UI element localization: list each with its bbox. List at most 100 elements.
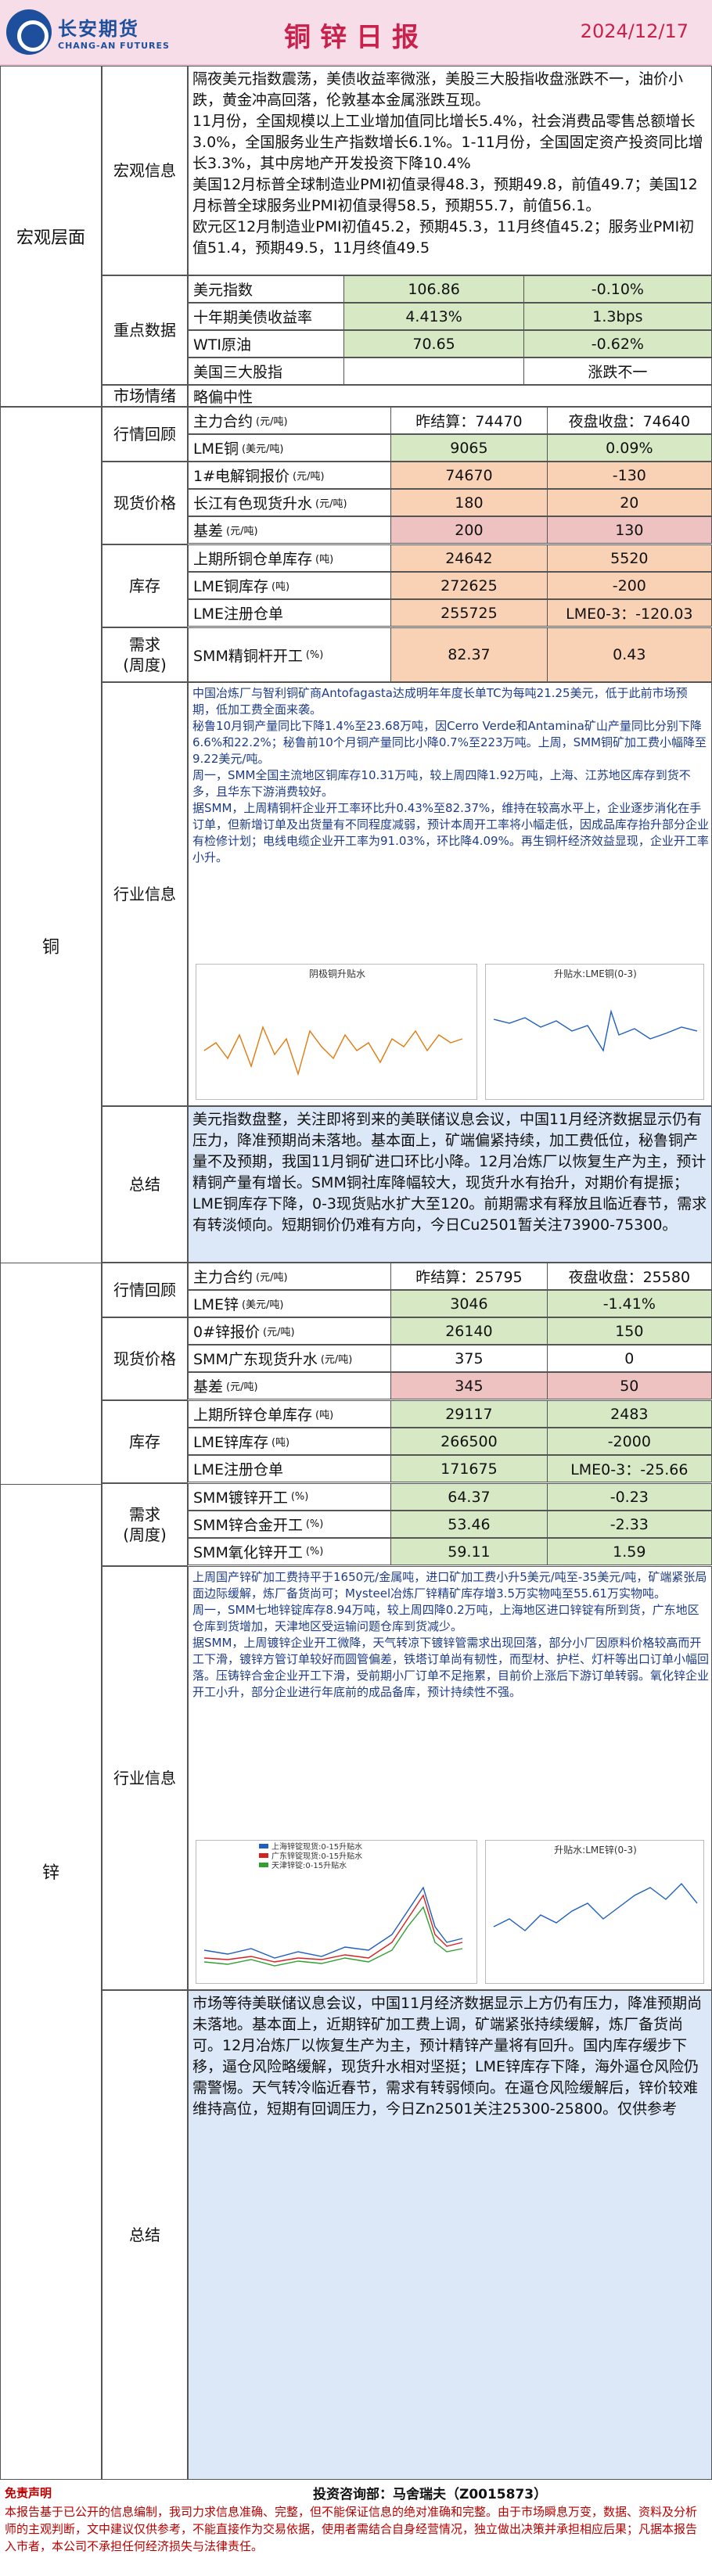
zinc-demand-name: SMM锌合金开工 (%): [189, 1511, 392, 1537]
report-header: 长安期货 CHANG-AN FUTURES 铜锌日报 2024/12/17: [0, 0, 712, 66]
copper-lme-svg: 升贴水:LME铜(0-3): [493, 968, 698, 1052]
zinc-review-value2: 夜盘收盘：25580: [568, 1269, 691, 1286]
zinc-stock-row: 上期所锌仓单库存 (吨) 29117 2483: [188, 1400, 712, 1428]
zinc-legend-2: 广东锌锭现货:0-15升贴水: [271, 1851, 362, 1861]
zinc-stock-name: 上期所锌仓单库存 (吨): [189, 1401, 392, 1427]
copper-review-value1: 昨结算：74470: [391, 408, 548, 433]
logo-cn: 长安期货: [58, 18, 139, 40]
zinc-demand-row: SMM锌合金开工 (%) 53.46 -2.33: [188, 1511, 712, 1538]
report-footer: 投资咨询部：马舍瑞夫（Z0015873） 免责声明 本报告基于已公开的信息编制，…: [0, 2480, 712, 2576]
copper-premium-chart: 阴极铜升贴水: [196, 964, 477, 1100]
copper-demand-label: 需求 (周度): [102, 627, 188, 682]
macro-section-label: 宏观层面: [0, 66, 102, 407]
zinc-spot-name: SMM广东现货升水 (元/吨): [189, 1345, 392, 1371]
macro-key-name: 十年期美债收益率: [189, 304, 345, 329]
copper-review-label: 行情回顾: [102, 407, 188, 462]
macro-key-value1: 70.65: [344, 331, 524, 357]
zinc-stock-value1: 171675: [391, 1456, 548, 1482]
zinc-stock-name: LME注册仓单: [189, 1456, 392, 1482]
copper-review-row: LME铜 (美元/吨) 9065 0.09%: [188, 434, 712, 462]
macro-key-row: 美元指数 106.86 -0.10%: [188, 275, 712, 303]
zinc-spot-value1: 375: [391, 1345, 548, 1371]
copper-stock-value2: -200: [547, 573, 711, 598]
zinc-review-name: 主力合约 (元/吨): [189, 1263, 392, 1289]
copper-lme-line: [493, 1009, 698, 1052]
copper-premium-line: [203, 1025, 463, 1076]
macro-key-name: 美元指数: [189, 276, 345, 302]
zinc-spot-value2: 150: [547, 1318, 711, 1344]
disclaimer-text: 本报告基于已公开的信息编制，我司力求信息准确、完整，但不能保证信息的绝对准确和完…: [5, 2505, 698, 2553]
copper-spot-name: 长江有色现货升水 (元/吨): [189, 490, 392, 516]
zinc-review-name: LME锌 (美元/吨): [189, 1291, 392, 1317]
copper-stock-value1: 255725: [391, 600, 548, 626]
zinc-spot-value1: 26140: [391, 1318, 548, 1344]
zinc-demand-value2: -2.33: [547, 1511, 711, 1537]
zinc-industry-label: 行业信息: [102, 1566, 188, 1990]
copper-spot-value1: 180: [391, 490, 548, 516]
report-title: 铜锌日报: [284, 22, 428, 53]
zinc-review-value1: 3046: [391, 1291, 548, 1317]
zinc-spot-label: 现货价格: [102, 1317, 188, 1400]
zinc-demand-name: SMM镀锌开工 (%): [189, 1484, 392, 1510]
copper-spot-row: 基差 (元/吨) 200 130: [188, 516, 712, 544]
report-date: 2024/12/17: [580, 20, 689, 42]
macro-key-row: WTI原油 70.65 -0.62%: [188, 330, 712, 357]
copper-stock-name: LME注册仓单: [189, 600, 392, 626]
macro-key-value1: [344, 358, 524, 384]
zinc-spot-value2: 0: [624, 1349, 635, 1367]
copper-chart1-title: 阴极铜升贴水: [309, 968, 365, 979]
zinc-premium-svg: 上海锌锭现货:0-15升贴水 广东锌锭现货:0-15升贴水 天津锌锭:0-15升…: [203, 1841, 463, 1967]
macro-key-value1: 4.413%: [344, 304, 524, 329]
copper-industry-text: 中国冶炼厂与智利铜矿商Antofagasta达成明年年度长单TC为每吨21.25…: [192, 686, 710, 864]
copper-demand-value2: 0.43: [547, 628, 711, 681]
copper-stock-label: 库存: [102, 544, 188, 627]
zinc-review-value1: 昨结算：25795: [391, 1263, 548, 1289]
copper-spot-value2: -130: [547, 462, 711, 488]
copper-chart2-title: 升贴水:LME铜(0-3): [554, 968, 637, 979]
copper-review-value1: 9065: [391, 435, 548, 461]
zinc-premium-chart: 上海锌锭现货:0-15升贴水 广东锌锭现货:0-15升贴水 天津锌锭:0-15升…: [196, 1840, 477, 1984]
copper-spot-row: 1#电解铜报价 (元/吨) 74670 -130: [188, 462, 712, 489]
zinc-spot-value2: 50: [547, 1373, 711, 1399]
macro-key-label: 重点数据: [102, 275, 188, 385]
copper-spot-value2: 20: [547, 490, 711, 516]
zinc-demand-label: 需求 (周度): [102, 1483, 188, 1566]
zinc-summary-text: 市场等待美联储议息会议，中国11月经济数据显示上方仍有压力，降准预期尚未落地。基…: [192, 1995, 703, 2118]
zinc-demand-value1: 59.11: [391, 1539, 548, 1565]
zinc-lme-spread-chart: 升贴水:LME锌(0-3): [485, 1840, 704, 1984]
zinc-spot-row: SMM广东现货升水 (元/吨) 375 0: [188, 1345, 712, 1372]
zinc-section-label: 锌: [0, 1263, 102, 2480]
zinc-stock-value2: -2000: [547, 1428, 711, 1454]
copper-summary-text: 美元指数盘整，关注即将到来的美联储议息会议，中国11月经济数据显示仍有压力，降准…: [192, 1111, 707, 1234]
macro-key-row: 十年期美债收益率 4.413% 1.3bps: [188, 303, 712, 330]
zinc-stock-name: LME锌库存 (吨): [189, 1428, 392, 1454]
zinc-demand-row: SMM镀锌开工 (%) 64.37 -0.23: [188, 1483, 712, 1511]
source-note: 投资咨询部：马舍瑞夫（Z0015873）: [313, 2487, 548, 2502]
copper-stock-value2: LME0-3：-120.03: [547, 600, 711, 626]
copper-spot-label: 现货价格: [102, 462, 188, 544]
zinc-review-row: 主力合约 (元/吨) 昨结算：25795 夜盘收盘：25580: [188, 1263, 712, 1290]
copper-stock-name: LME铜库存 (吨): [189, 573, 392, 598]
copper-spot-value2: 130: [547, 517, 711, 543]
copper-spot-name: 1#电解铜报价 (元/吨): [189, 462, 392, 488]
zinc-stock-value2: LME0-3：-25.66: [547, 1456, 711, 1482]
copper-industry-label: 行业信息: [102, 682, 188, 1106]
copper-stock-value1: 272625: [391, 573, 548, 598]
macro-mood-value: 略偏中性: [193, 388, 254, 406]
zinc-legend-1: 上海锌锭现货:0-15升贴水: [271, 1841, 362, 1852]
zinc-review-value2: -1.41%: [547, 1291, 711, 1317]
logo-en: CHANG-AN FUTURES: [58, 41, 170, 51]
copper-review-name: 主力合约 (元/吨): [189, 408, 392, 433]
macro-info-text: 隔夜美元指数震荡，美债收益率微涨，美股三大股指收盘涨跌不一，油价小跌，黄金冲高回…: [192, 70, 703, 257]
zinc-stock-row: LME注册仓单 171675 LME0-3：-25.66: [188, 1455, 712, 1482]
macro-key-value2: 1.3bps: [523, 304, 712, 329]
zinc-spot-row: 基差 (元/吨) 345 50: [188, 1372, 712, 1399]
zinc-demand-value2: 1.59: [547, 1539, 711, 1565]
macro-key-name: WTI原油: [189, 331, 345, 357]
macro-key-row: 美国三大股指 涨跌不一: [188, 357, 712, 385]
zinc-review-label: 行情回顾: [102, 1263, 188, 1317]
macro-key-value2: -0.10%: [523, 276, 712, 302]
zinc-spot-value1: 345: [391, 1373, 548, 1399]
macro-key-name: 美国三大股指: [189, 358, 345, 384]
macro-mood-label: 市场情绪: [102, 385, 188, 407]
